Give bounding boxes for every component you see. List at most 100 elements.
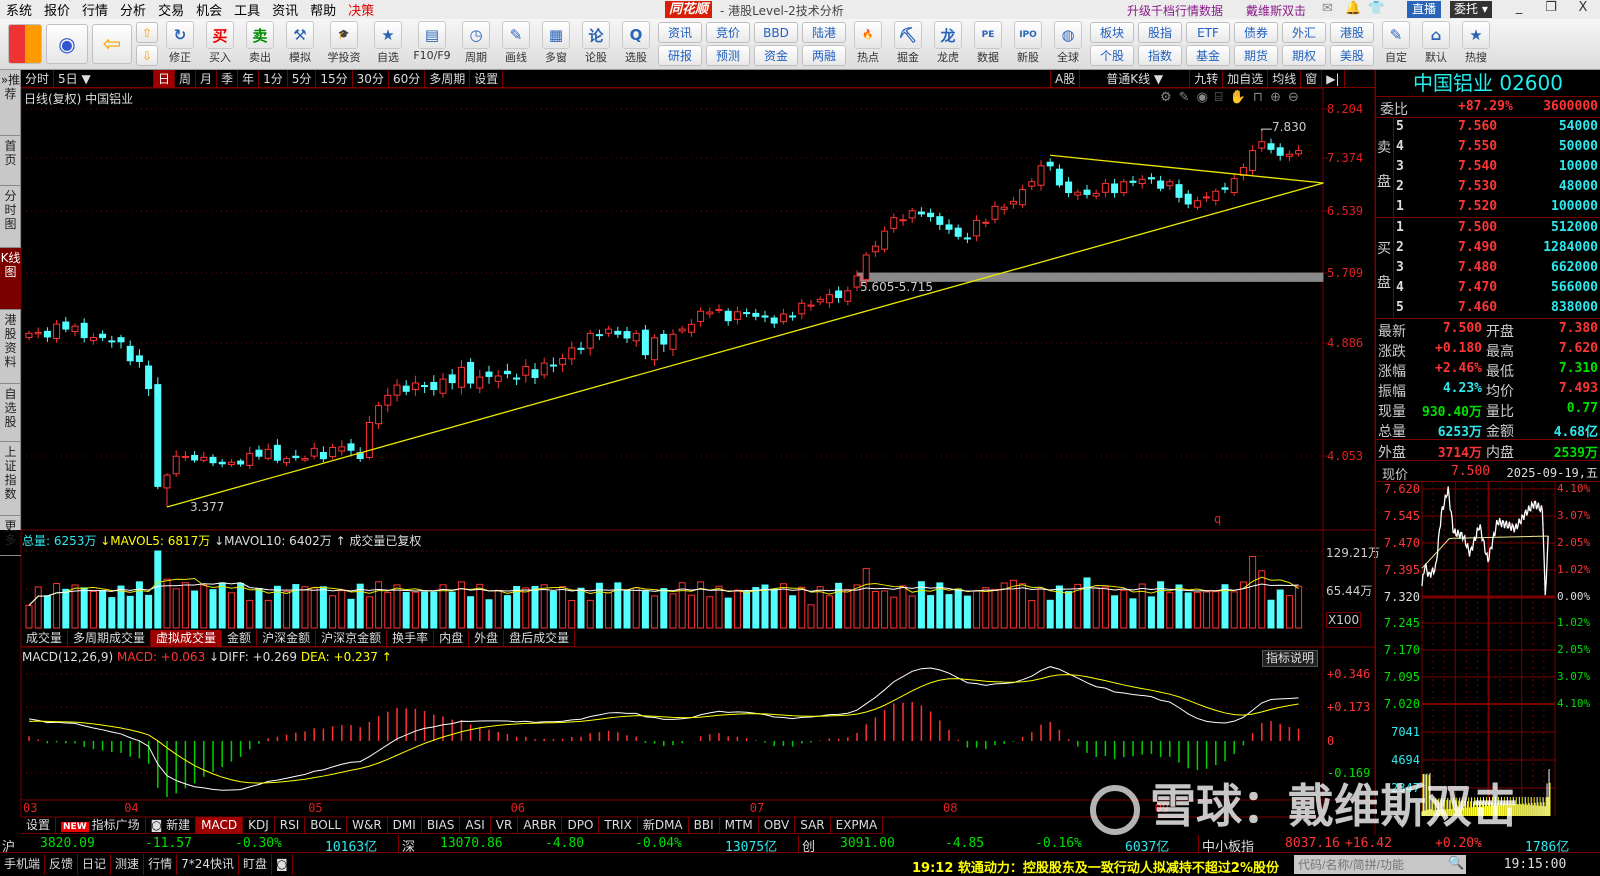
- toolbar-港股-button[interactable]: 港股: [1330, 22, 1374, 43]
- robot-icon[interactable]: ◙: [272, 854, 293, 875]
- volume-tab-外盘[interactable]: 外盘: [469, 630, 505, 647]
- menu-item[interactable]: 分析: [114, 0, 152, 19]
- status-盯盘[interactable]: 盯盘: [239, 854, 272, 875]
- volume-tab-金额[interactable]: 金额: [222, 630, 258, 647]
- menu-item[interactable]: 机会: [190, 0, 228, 19]
- indicator-tab-VR[interactable]: VR: [491, 817, 519, 834]
- ask-row[interactable]: 3 7.540 10000: [1376, 157, 1600, 177]
- app-grid-icon[interactable]: [8, 24, 42, 64]
- chart-canvas[interactable]: [0, 0, 1600, 875]
- search-input[interactable]: [1294, 855, 1466, 874]
- indicator-tab-KDJ[interactable]: KDJ: [243, 817, 275, 834]
- ask-row[interactable]: 4 7.550 50000: [1376, 137, 1600, 157]
- toolbar-指数-button[interactable]: 指数: [1138, 45, 1182, 66]
- eye-icon[interactable]: ◉: [1197, 90, 1208, 105]
- period-tab-5分[interactable]: 5分: [288, 70, 317, 88]
- bid-row[interactable]: 2 7.490 1284000: [1376, 238, 1600, 258]
- toolbar-自选-button[interactable]: ★ 自选: [370, 21, 406, 67]
- indicator-square-tab[interactable]: NEW 指标广场: [56, 817, 146, 834]
- period-tab-周[interactable]: 周: [175, 70, 197, 88]
- search-icon[interactable]: 🔍: [1448, 856, 1464, 871]
- chart-option-1[interactable]: 普通K线 ▼: [1080, 70, 1191, 88]
- period-tab-年[interactable]: 年: [238, 70, 260, 88]
- status-手机端[interactable]: 手机端: [0, 854, 46, 875]
- chart-option-3[interactable]: 加自选: [1223, 70, 1269, 88]
- toolbar-周期-button[interactable]: ◷ 周期: [458, 21, 494, 67]
- indicator-tab-SAR[interactable]: SAR: [795, 817, 831, 834]
- menu-item[interactable]: 帮助: [304, 0, 342, 19]
- create-indicator-tab[interactable]: ◙ 新建: [146, 817, 197, 834]
- toolbar-热点-button[interactable]: 🔥 热点: [850, 21, 886, 67]
- bell-icon[interactable]: 🔔: [1345, 1, 1361, 16]
- toolbar-期权-button[interactable]: 期权: [1282, 45, 1326, 66]
- menu-item[interactable]: 资讯: [266, 0, 304, 19]
- sidebar-item-更多[interactable]: 更多: [0, 516, 21, 556]
- indicator-tab-EXPMA[interactable]: EXPMA: [831, 817, 884, 834]
- toolbar-资讯-button[interactable]: 资讯: [658, 22, 702, 43]
- period-tab-设置[interactable]: 设置: [470, 70, 504, 88]
- period-tab-分时[interactable]: 分时: [21, 70, 55, 88]
- toolbar-画线-button[interactable]: ✎ 画线: [498, 21, 534, 67]
- chart-option-2[interactable]: 九转: [1190, 70, 1224, 88]
- volume-tab-沪深京金额[interactable]: 沪深京金额: [316, 630, 388, 647]
- volume-tab-内盘[interactable]: 内盘: [434, 630, 470, 647]
- indicator-settings-tab[interactable]: 设置: [21, 817, 57, 834]
- shirt-icon[interactable]: 👕: [1368, 1, 1384, 16]
- toolbar-美股-button[interactable]: 美股: [1330, 45, 1374, 66]
- period-tab-多周期[interactable]: 多周期: [425, 70, 471, 88]
- indicator-tab-BBI[interactable]: BBI: [689, 817, 720, 834]
- mail-icon[interactable]: ✉: [1322, 1, 1333, 16]
- chart-option-0[interactable]: A股: [1050, 70, 1081, 88]
- indicator-tab-BOLL[interactable]: BOLL: [305, 817, 348, 834]
- user-name[interactable]: 戴维斯双击: [1246, 2, 1306, 19]
- toolbar-卖出-button[interactable]: 卖卖出: [242, 21, 278, 67]
- page-down-icon[interactable]: ⇩: [136, 45, 158, 66]
- toolbar-新股-button[interactable]: IPO 新股: [1010, 21, 1046, 67]
- toolbar-修正-button[interactable]: ↻ 修正: [162, 21, 198, 67]
- hand-icon[interactable]: ✋: [1230, 90, 1246, 105]
- bid-row[interactable]: 1 7.500 512000: [1376, 218, 1600, 238]
- menu-item[interactable]: 工具: [228, 0, 266, 19]
- toolbar-买入-button[interactable]: 买买入: [202, 21, 238, 67]
- toolbar-板块-button[interactable]: 板块: [1090, 22, 1134, 43]
- assistant-robot-icon[interactable]: ◉: [46, 24, 88, 64]
- indicator-tab-OBV[interactable]: OBV: [759, 817, 796, 834]
- zoom-in-icon[interactable]: ⊕: [1270, 90, 1281, 105]
- toolbar-竞价-button[interactable]: 竞价: [706, 22, 750, 43]
- toolbar-基金-button[interactable]: 基金: [1186, 45, 1230, 66]
- toolbar-BBD-button[interactable]: BBD: [754, 22, 798, 43]
- lock-icon[interactable]: ⊓: [1253, 90, 1263, 105]
- toolbar-论股-button[interactable]: 论论股: [578, 21, 614, 67]
- toolbar-预测-button[interactable]: 预测: [706, 45, 750, 66]
- toolbar-多窗-button[interactable]: ▦ 多窗: [538, 21, 574, 67]
- toolbar-模拟-button[interactable]: ⚒ 模拟: [282, 21, 318, 67]
- period-tab-5日 ▼[interactable]: 5日 ▼: [54, 70, 155, 88]
- toolbar-自定-button[interactable]: ✎ 自定: [1378, 21, 1414, 67]
- ask-row[interactable]: 5 7.560 54000: [1376, 117, 1600, 137]
- ask-row[interactable]: 2 7.530 48000: [1376, 177, 1600, 197]
- bid-row[interactable]: 3 7.480 662000: [1376, 258, 1600, 278]
- live-button[interactable]: 直播: [1407, 1, 1442, 18]
- menu-item[interactable]: 报价: [38, 0, 76, 19]
- sidebar-item-上证指数[interactable]: 上证指数: [0, 442, 21, 516]
- chart-option-6[interactable]: ▶|: [1322, 70, 1345, 88]
- sidebar-item-分时图[interactable]: 分时图: [0, 186, 21, 248]
- period-tab-月[interactable]: 月: [196, 70, 218, 88]
- page-up-icon[interactable]: ⇧: [136, 22, 158, 43]
- pen-icon[interactable]: ✎: [1179, 90, 1190, 105]
- status-7*24快讯[interactable]: 7*24快讯: [177, 854, 239, 875]
- period-tab-15分[interactable]: 15分: [316, 70, 353, 88]
- toolbar-数据-button[interactable]: PE 数据: [970, 21, 1006, 67]
- volume-tab-盘后成交量[interactable]: 盘后成交量: [504, 630, 576, 647]
- status-反馈[interactable]: 反馈: [45, 854, 79, 875]
- news-ticker[interactable]: 19:12 软通动力：控股股东及一致行动人拟减持不超过2%股份: [912, 857, 1279, 876]
- menu-item[interactable]: 交易: [152, 0, 190, 19]
- sidebar-item-»推荐[interactable]: »推荐: [0, 70, 21, 136]
- indicator-tab-MTM[interactable]: MTM: [720, 817, 759, 834]
- indicator-tab-新DMA[interactable]: 新DMA: [638, 817, 689, 834]
- indicator-tab-RSI[interactable]: RSI: [275, 817, 306, 834]
- ask-row[interactable]: 1 7.520 100000: [1376, 197, 1600, 217]
- toolbar-资金-button[interactable]: 资金: [754, 45, 798, 66]
- sidebar-item-首页[interactable]: 首页: [0, 136, 21, 186]
- bid-row[interactable]: 4 7.470 566000: [1376, 278, 1600, 298]
